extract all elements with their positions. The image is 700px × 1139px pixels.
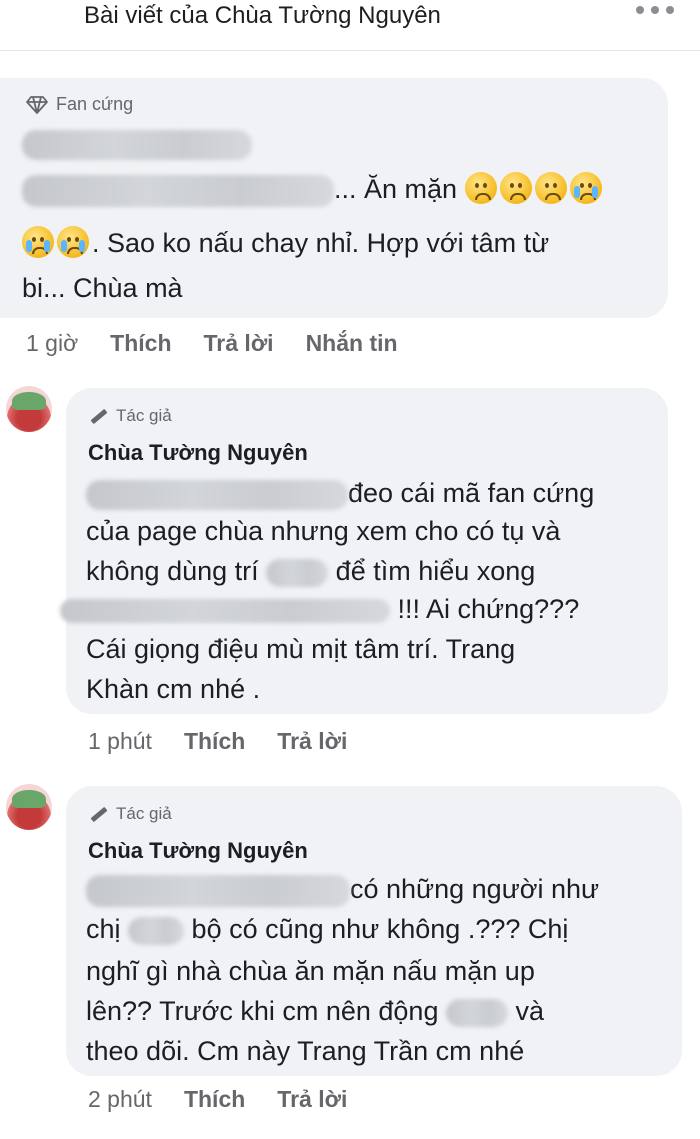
message-button[interactable]: Nhắn tin	[306, 330, 398, 357]
sad-emoji-icon	[534, 172, 567, 204]
author-badge: Tác giả	[88, 406, 172, 426]
pencil-icon	[88, 409, 110, 423]
comment-actions: 2 phút Thích Trả lời	[88, 1086, 379, 1113]
diamond-icon	[26, 95, 48, 114]
redacted-text	[22, 129, 252, 160]
comment-actions: 1 giờ Thích Trả lời Nhắn tin	[26, 330, 430, 357]
comment-author[interactable]: Chùa Tường Nguyên	[88, 838, 308, 864]
comment-text-line: Khàn cm nhé .	[86, 674, 261, 704]
like-button[interactable]: Thích	[184, 728, 245, 755]
redacted-text	[445, 998, 508, 1027]
comment-time: 1 phút	[88, 728, 152, 754]
badge-label: Tác giả	[116, 406, 172, 425]
comment-time: 1 giờ	[26, 330, 79, 356]
avatar[interactable]	[6, 784, 52, 830]
redacted-text	[22, 174, 334, 207]
redacted-text	[128, 916, 185, 945]
comment-text-line	[22, 120, 252, 166]
crying-emoji-icon	[57, 226, 89, 258]
more-options-icon[interactable]	[636, 2, 676, 22]
comment-time: 2 phút	[88, 1086, 152, 1112]
like-button[interactable]: Thích	[110, 330, 171, 357]
redacted-text	[86, 479, 348, 510]
reply-button[interactable]: Trả lời	[277, 728, 347, 755]
comment-text-line: bi... Chùa mà	[22, 273, 183, 303]
redacted-text	[60, 598, 390, 623]
sad-emoji-icon	[464, 172, 497, 204]
comment-text-line: theo dõi. Cm này Trang Trần cm nhé	[86, 1036, 525, 1066]
reply-button[interactable]: Trả lời	[277, 1086, 347, 1113]
author-badge: Tác giả	[88, 804, 172, 824]
like-button[interactable]: Thích	[184, 1086, 245, 1113]
fan-badge: Fan cứng	[26, 94, 133, 115]
redacted-text	[86, 874, 350, 907]
post-header: Bài viết của Chùa Tường Nguyên	[0, 0, 700, 51]
badge-label: Fan cứng	[56, 94, 134, 114]
comment-text-line: chị bộ có cũng như không .??? Chị	[86, 914, 569, 945]
comment-text-line: . Sao ko nấu chay nhỉ. Hợp với tâm từ	[22, 220, 549, 266]
pencil-icon	[88, 807, 110, 821]
crying-emoji-icon	[569, 172, 602, 204]
badge-label: Tác giả	[116, 804, 172, 823]
comment-text-line: ... Ăn mặn	[22, 166, 605, 212]
comment-actions: 1 phút Thích Trả lời	[88, 728, 379, 755]
header-title: Bài viết của Chùa Tường Nguyên	[84, 2, 441, 29]
sad-emoji-icon	[499, 172, 532, 204]
crying-emoji-icon	[22, 226, 54, 258]
reply-button[interactable]: Trả lời	[204, 330, 274, 357]
comment-author[interactable]: Chùa Tường Nguyên	[88, 440, 308, 466]
avatar[interactable]	[6, 386, 52, 432]
redacted-text	[266, 558, 329, 587]
